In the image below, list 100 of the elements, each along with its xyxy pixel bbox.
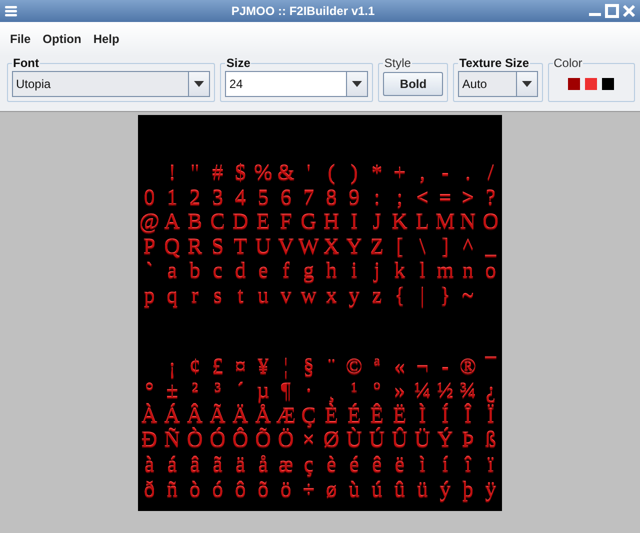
glyph: 6 xyxy=(279,186,292,210)
glyph: × xyxy=(301,428,316,453)
glyph: K xyxy=(390,210,409,235)
glyph: < xyxy=(415,186,430,210)
glyph: Ú xyxy=(368,428,386,453)
glyph: Ü xyxy=(413,428,432,453)
group-title: Size xyxy=(225,56,252,70)
glyph: s xyxy=(212,284,223,309)
glyph: r xyxy=(190,284,200,309)
glyph: ¸ xyxy=(326,379,336,404)
glyph: f xyxy=(281,259,291,284)
glyph: : xyxy=(372,186,381,210)
glyph: Ø xyxy=(322,428,340,453)
glyph: ` xyxy=(144,259,154,284)
glyph: ? xyxy=(484,186,496,210)
close-icon[interactable] xyxy=(622,4,636,18)
glyph: 5 xyxy=(256,186,270,210)
glyph: X xyxy=(322,234,340,260)
glyph: # xyxy=(211,161,224,186)
glyph: ò xyxy=(188,478,202,502)
glyph: y xyxy=(348,284,361,309)
glyph: G xyxy=(300,210,318,235)
glyph: õ xyxy=(256,478,270,502)
glyph: Ò xyxy=(186,428,204,453)
color-swatch[interactable] xyxy=(568,78,580,90)
color-swatch[interactable] xyxy=(602,78,614,90)
glyph: $ xyxy=(234,161,247,186)
glyph: { xyxy=(393,284,406,309)
glyph: 9 xyxy=(348,186,361,210)
glyph: á xyxy=(166,452,178,478)
glyph: * xyxy=(370,161,384,186)
dropdown[interactable]: Utopia xyxy=(12,71,210,97)
glyph: _ xyxy=(484,234,498,260)
glyph: Ù xyxy=(345,428,364,453)
glyph: J xyxy=(372,210,382,235)
dropdown[interactable]: Auto xyxy=(458,71,538,97)
glyph: ¿ xyxy=(484,379,496,404)
glyph: k xyxy=(393,259,406,284)
glyph: Ô xyxy=(231,428,250,453)
glyph: § xyxy=(302,354,316,380)
glyph: x xyxy=(324,284,338,309)
glyph: b xyxy=(188,259,202,284)
glyph: h xyxy=(324,259,338,284)
glyph: Â xyxy=(186,404,204,428)
menu-item[interactable]: Option xyxy=(36,32,88,46)
glyph: 1 xyxy=(166,186,179,210)
glyph: ý xyxy=(438,478,452,502)
glyph: } xyxy=(438,284,452,309)
glyph: B xyxy=(186,210,204,235)
glyph: P xyxy=(142,234,156,260)
glyph: Ý xyxy=(436,428,454,453)
glyph: F xyxy=(278,210,293,235)
glyph: ] xyxy=(440,234,450,260)
maximize-icon[interactable] xyxy=(605,4,619,18)
glyph: R xyxy=(186,234,204,260)
menu-icon[interactable] xyxy=(4,4,18,18)
group-title: Texture Size xyxy=(458,56,530,70)
glyph: º xyxy=(372,379,382,404)
group-title: Color xyxy=(552,56,584,70)
glyph: , xyxy=(418,161,426,186)
glyph: Ð xyxy=(140,428,158,453)
group-title: Font xyxy=(12,56,40,70)
glyph: Q xyxy=(163,234,182,260)
glyph: ½ xyxy=(436,379,454,404)
glyph: m xyxy=(436,259,455,284)
glyph: ; xyxy=(396,186,404,210)
menu-item[interactable]: File xyxy=(4,32,37,46)
glyph: ù xyxy=(348,478,361,502)
glyph: ¦ xyxy=(282,354,290,380)
glyph: D xyxy=(231,210,250,235)
glyph: ä xyxy=(234,452,246,478)
bold-button[interactable]: Bold xyxy=(383,72,444,96)
glyph: c xyxy=(212,259,224,284)
glyph: ¨ xyxy=(326,354,336,380)
glyph: è xyxy=(325,452,338,478)
caret-icon xyxy=(352,81,362,87)
glyph: â xyxy=(188,452,201,478)
glyph: « xyxy=(393,354,406,380)
glyph: l xyxy=(418,259,426,284)
glyph: ¾ xyxy=(458,379,478,404)
glyph: Ó xyxy=(208,428,227,453)
group-title: Style xyxy=(383,56,412,70)
glyph: ~ xyxy=(460,284,475,309)
glyph: ¥ xyxy=(256,354,270,380)
glyph: ª xyxy=(372,354,381,380)
menu-item[interactable]: Help xyxy=(87,32,126,46)
glyph: í xyxy=(441,452,450,478)
glyph: ¤ xyxy=(234,354,247,380)
glyph: n xyxy=(461,259,474,284)
glyph: 0 xyxy=(142,186,156,210)
glyph: v xyxy=(279,284,292,309)
glyph: ¶ xyxy=(280,379,292,404)
glyph: ð xyxy=(142,478,156,502)
glyph: = xyxy=(438,186,452,210)
glyph: U xyxy=(254,234,272,260)
glyph: å xyxy=(257,452,269,478)
glyph: æ xyxy=(278,452,294,478)
dropdown[interactable]: 24 xyxy=(225,71,368,97)
color-swatch[interactable] xyxy=(585,78,598,90)
glyph: & xyxy=(276,161,296,186)
